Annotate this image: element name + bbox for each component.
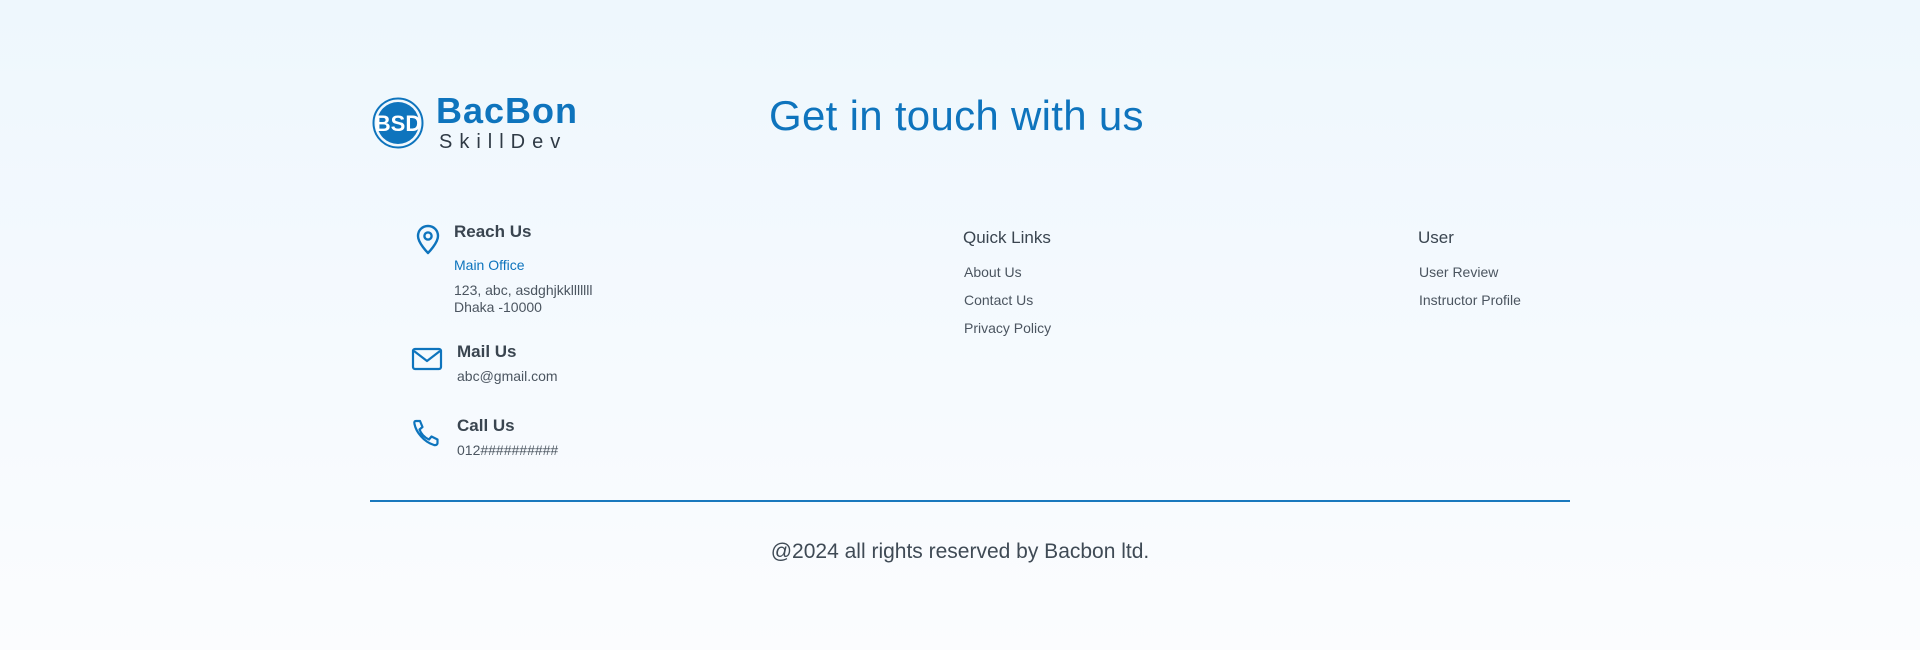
reach-us-block: Reach Us Main Office 123, abc, asdghjkkl… (411, 222, 593, 316)
footer-divider (370, 500, 1570, 502)
copyright-text: @2024 all rights reserved by Bacbon ltd. (770, 540, 1150, 563)
address-line-1: 123, abc, asdghjkklllllll (454, 282, 593, 298)
reach-us-content: Reach Us Main Office 123, abc, asdghjkkl… (454, 222, 593, 316)
mail-us-block: Mail Us abc@gmail.com (410, 342, 558, 385)
logo-brand-name: BacBon (436, 90, 579, 131)
address-line-2: Dhaka -10000 (454, 299, 542, 315)
link-user-review[interactable]: User Review (1419, 264, 1498, 280)
mail-us-content: Mail Us abc@gmail.com (457, 342, 558, 385)
call-us-content: Call Us 012########## (457, 416, 558, 459)
link-privacy-policy[interactable]: Privacy Policy (964, 320, 1051, 336)
quick-links-title: Quick Links (963, 228, 1051, 247)
phone-link[interactable]: 012########## (457, 442, 558, 459)
link-contact-us[interactable]: Contact Us (964, 292, 1033, 308)
logo-tagline: SkillDev (439, 131, 568, 153)
map-pin-icon (416, 224, 440, 255)
logo-letters: BSD (375, 111, 421, 136)
page-title: Get in touch with us (769, 92, 1144, 139)
phone-icon (413, 419, 439, 447)
link-instructor-profile[interactable]: Instructor Profile (1419, 292, 1521, 308)
bsd-logo-icon: BSD (372, 97, 424, 148)
logo-wordmark: BacBon SkillDev (436, 90, 579, 153)
reach-us-title: Reach Us (454, 222, 532, 241)
link-about-us[interactable]: About Us (964, 264, 1022, 280)
call-us-block: Call Us 012########## (410, 416, 558, 459)
user-links-title: User (1418, 228, 1454, 247)
email-link[interactable]: abc@gmail.com (457, 368, 558, 385)
call-us-title: Call Us (457, 416, 515, 435)
brand-logo[interactable]: BSD BacBon SkillDev (372, 93, 578, 152)
envelope-icon (411, 347, 443, 371)
mail-us-title: Mail Us (457, 342, 517, 361)
site-footer: BSD BacBon SkillDev Get in touch with us… (0, 0, 1920, 650)
main-office-label: Main Office (454, 257, 525, 273)
